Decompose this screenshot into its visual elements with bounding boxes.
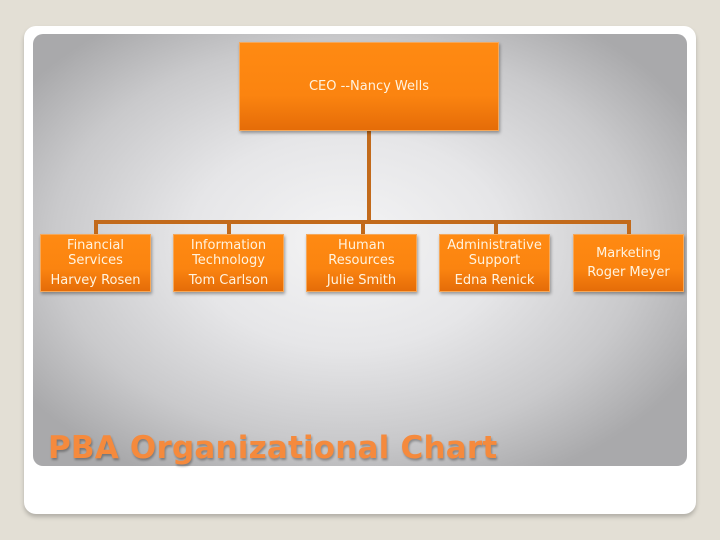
dept-label-line1: Administrative <box>447 237 542 253</box>
dept-label-line2: Resources <box>328 253 395 269</box>
dept-head-name: Tom Carlson <box>188 272 269 288</box>
dept-head-name: Harvey Rosen <box>50 272 141 288</box>
dept-head-name: Edna Renick <box>454 272 535 288</box>
dept-label-line2: Support <box>468 253 521 269</box>
org-node-ceo[interactable]: CEO --Nancy Wells <box>239 42 499 131</box>
ceo-label: CEO --Nancy Wells <box>308 78 430 94</box>
dept-label-line1: Marketing <box>596 245 661 261</box>
connector-ceo-trunk <box>367 131 371 222</box>
dept-head-name: Roger Meyer <box>587 265 670 280</box>
connector-drop-3 <box>361 220 365 235</box>
dept-label-line1: Human <box>338 237 385 253</box>
dept-label-line2: Services <box>68 253 123 269</box>
org-node-human-resources[interactable]: Human Resources Julie Smith <box>306 234 417 292</box>
slide-title: PBA Organizational Chart <box>48 430 498 466</box>
connector-drop-5 <box>627 220 631 235</box>
org-node-marketing[interactable]: Marketing Roger Meyer <box>573 234 684 292</box>
org-node-information-technology[interactable]: Information Technology Tom Carlson <box>173 234 284 292</box>
org-node-financial-services[interactable]: Financial Services Harvey Rosen <box>40 234 151 292</box>
connector-drop-4 <box>494 220 498 235</box>
connector-drop-2 <box>227 220 231 235</box>
dept-label-line1: Financial <box>67 237 124 253</box>
org-node-administrative-support[interactable]: Administrative Support Edna Renick <box>439 234 550 292</box>
dept-label-line1: Information <box>190 237 267 253</box>
connector-drop-1 <box>94 220 98 235</box>
dept-head-name: Julie Smith <box>326 272 397 288</box>
dept-label-line2: Technology <box>192 253 265 269</box>
